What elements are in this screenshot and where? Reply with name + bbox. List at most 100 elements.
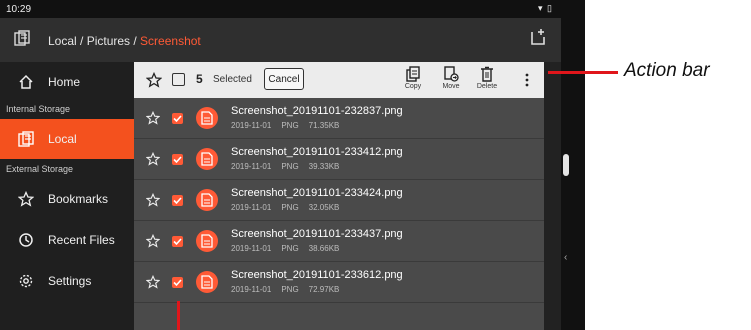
file-type-icon [196, 189, 218, 211]
sidebar-item-local[interactable]: Local [0, 119, 134, 159]
file-size: 32.05KB [308, 203, 340, 212]
file-name: Screenshot_20191101-233412.png [231, 146, 403, 158]
row-checkbox[interactable] [172, 236, 183, 247]
row-checkbox[interactable] [172, 154, 183, 165]
check-icon [173, 156, 182, 164]
sidebar-item-label: Local [48, 132, 77, 146]
file-meta: 2019-11-01 PNG 32.05KB [231, 203, 349, 212]
callout-pointer [177, 301, 180, 330]
sidebar-item-label: Bookmarks [48, 192, 109, 206]
file-type: PNG [281, 121, 299, 130]
file-name: Screenshot_20191101-233437.png [231, 228, 403, 240]
local-storage-icon [14, 30, 30, 46]
file-date: 2019-11-01 [231, 162, 272, 171]
local-storage-icon [18, 131, 34, 147]
check-icon [173, 197, 182, 205]
chevron-left-icon[interactable]: ‹ [564, 252, 567, 263]
file-row[interactable]: Screenshot_20191101-233437.png 2019-11-01… [134, 221, 544, 262]
breadcrumb-path[interactable]: Local / Pictures / [48, 34, 140, 48]
file-type-icon [196, 271, 218, 293]
file-meta: 2019-11-01 PNG 39.33KB [231, 162, 349, 171]
move-label: Move [442, 83, 460, 90]
row-checkbox[interactable] [172, 195, 183, 206]
app-bar: Local / Pictures / Screenshot [0, 18, 561, 62]
wifi-battery-icon: ▾ ▯ [538, 3, 553, 13]
sidebar-item-label: Settings [48, 274, 92, 288]
gear-icon [19, 274, 33, 288]
file-name: Screenshot_20191101-233424.png [231, 187, 403, 199]
callout-label: Action bar [624, 60, 710, 81]
file-date: 2019-11-01 [231, 285, 272, 294]
copy-button[interactable]: Copy [396, 66, 430, 96]
file-type-icon [196, 148, 218, 170]
file-name: Screenshot_20191101-233612.png [231, 269, 403, 281]
check-icon [173, 238, 182, 246]
file-row[interactable]: Screenshot_20191101-232837.png 2019-11-01… [134, 98, 544, 139]
star-icon[interactable] [146, 152, 160, 166]
file-row[interactable]: Screenshot_20191101-233412.png 2019-11-01… [134, 139, 544, 180]
section-external-storage: External Storage [6, 164, 74, 174]
row-checkbox[interactable] [172, 277, 183, 288]
star-icon[interactable] [146, 234, 160, 248]
file-date: 2019-11-01 [231, 203, 272, 212]
sidebar-item-recent-files[interactable]: Recent Files [0, 220, 134, 260]
sidebar-item-settings[interactable]: Settings [0, 261, 134, 301]
move-button[interactable]: Move [434, 66, 468, 96]
scrollbar-track [544, 62, 561, 330]
star-icon[interactable] [146, 72, 162, 88]
breadcrumb-current: Screenshot [140, 34, 201, 48]
status-bar: 10:29 ▾ ▯ [0, 0, 561, 18]
move-icon [444, 66, 459, 82]
file-meta: 2019-11-01 PNG 71.35KB [231, 121, 349, 130]
status-time: 10:29 [6, 4, 32, 15]
sidebar-item-home[interactable]: Home [0, 62, 134, 102]
cancel-button[interactable]: Cancel [264, 68, 304, 90]
section-internal-storage: Internal Storage [6, 104, 71, 114]
check-icon [173, 115, 182, 123]
file-meta: 2019-11-01 PNG 38.66KB [231, 244, 349, 253]
file-type: PNG [281, 244, 299, 253]
star-icon[interactable] [146, 111, 160, 125]
file-type-icon [196, 107, 218, 129]
sidebar: Home Internal Storage Local External Sto… [0, 62, 134, 330]
file-size: 39.33KB [308, 162, 340, 171]
file-row[interactable]: Screenshot_20191101-233612.png 2019-11-01… [134, 262, 544, 303]
star-icon[interactable] [146, 275, 160, 289]
new-folder-icon[interactable] [529, 28, 547, 46]
file-meta: 2019-11-01 PNG 72.97KB [231, 285, 349, 294]
file-name: Screenshot_20191101-232837.png [231, 105, 403, 117]
delete-label: Delete [476, 83, 498, 90]
copy-label: Copy [404, 83, 422, 90]
star-icon [18, 191, 34, 207]
file-type: PNG [281, 203, 299, 212]
file-date: 2019-11-01 [231, 121, 272, 130]
file-row[interactable]: Screenshot_20191101-233424.png 2019-11-01… [134, 180, 544, 221]
copy-icon [406, 66, 420, 82]
file-date: 2019-11-01 [231, 244, 272, 253]
selected-count: 5 [196, 72, 203, 86]
action-bar: 5 Selected Cancel Copy Move Delete [134, 62, 544, 98]
sidebar-item-label: Recent Files [48, 233, 115, 247]
sidebar-item-label: Home [48, 75, 81, 89]
file-type-icon [196, 230, 218, 252]
scrollbar-thumb[interactable] [563, 154, 569, 176]
sidebar-item-bookmarks[interactable]: Bookmarks [0, 179, 134, 219]
trash-icon [481, 66, 493, 82]
star-icon[interactable] [146, 193, 160, 207]
file-type: PNG [281, 285, 299, 294]
selected-label: Selected [213, 74, 252, 85]
file-size: 71.35KB [308, 121, 340, 130]
check-icon [173, 279, 182, 287]
home-icon [19, 74, 33, 89]
file-size: 38.66KB [308, 244, 340, 253]
file-list-panel: 5 Selected Cancel Copy Move Delete Scree… [134, 62, 544, 330]
file-size: 72.97KB [308, 285, 340, 294]
breadcrumb[interactable]: Local / Pictures / Screenshot [48, 34, 201, 48]
clock-icon [19, 233, 33, 247]
tablet-screen: 10:29 ▾ ▯ Local / Pictures / Screenshot … [0, 0, 585, 330]
select-all-checkbox[interactable] [172, 73, 185, 86]
more-vert-icon[interactable] [524, 72, 530, 88]
row-checkbox[interactable] [172, 113, 183, 124]
callout-line [548, 71, 618, 74]
delete-button[interactable]: Delete [470, 66, 504, 96]
